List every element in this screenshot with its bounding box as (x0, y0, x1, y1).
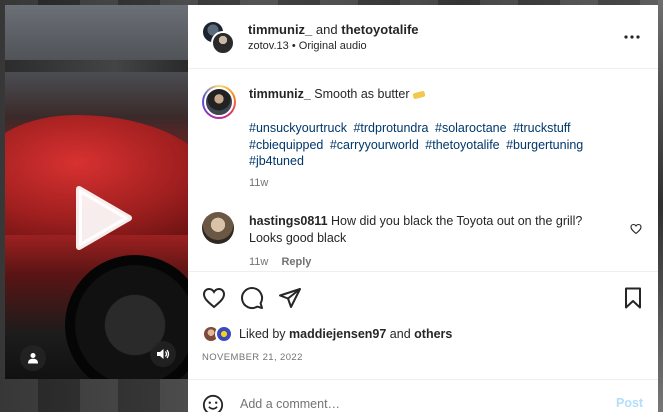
caption-text: timmuniz_ Smooth as butter (249, 86, 619, 103)
caption-username-link[interactable]: timmuniz_ (249, 87, 311, 101)
hashtag-link[interactable]: #thetoyotalife (425, 138, 499, 152)
like-button[interactable] (202, 286, 226, 310)
post-authors: timmuniz_ and thetoyotalife (248, 22, 419, 37)
likes-connector: and (389, 327, 411, 341)
hashtag-link[interactable]: #jb4tuned (249, 154, 304, 168)
comment-timestamp[interactable]: 11w (249, 256, 268, 268)
comment-input[interactable] (240, 394, 600, 412)
more-options-button[interactable] (622, 27, 642, 47)
comment-icon (241, 287, 264, 310)
heart-icon (202, 287, 226, 309)
story-ring-avatar[interactable] (202, 85, 236, 119)
post-date[interactable]: NOVEMBER 21, 2022 (202, 352, 303, 363)
feed-edge (658, 0, 663, 412)
hashtag-link[interactable]: #carryyourworld (330, 138, 419, 152)
hashtag-link[interactable]: #unsuckyourtruck (249, 121, 347, 135)
likes-summary: Liked by maddiejensen97 and others (202, 323, 642, 345)
emoji-picker-button[interactable] (202, 394, 224, 412)
avatar[interactable] (202, 212, 234, 244)
comment-meta: 11w Reply (249, 256, 311, 268)
comment-button[interactable] (240, 286, 264, 310)
avatar (215, 325, 233, 343)
audio-info: zotov.13 • Original audio (248, 40, 367, 52)
liker-username-link[interactable]: maddiejensen97 (289, 327, 386, 341)
smiley-icon (202, 394, 224, 412)
audio-toggle-button[interactable] (150, 341, 176, 367)
heart-icon (630, 223, 642, 235)
comment-text: hastings0811 How did you black the Toyot… (249, 213, 609, 247)
speaker-icon (157, 349, 170, 359)
send-icon (279, 288, 301, 308)
likes-text: Liked by maddiejensen97 and others (239, 327, 452, 341)
video-player[interactable] (5, 5, 188, 379)
hashtag-link[interactable]: #solaroctane (435, 121, 507, 135)
audio-label-link[interactable]: Original audio (299, 40, 367, 52)
collab-avatars[interactable] (201, 20, 237, 56)
play-button[interactable] (71, 185, 133, 251)
caption-timestamp[interactable]: 11w (249, 177, 268, 189)
save-button[interactable] (621, 286, 645, 310)
author-username-link[interactable]: timmuniz_ (248, 22, 312, 37)
butter-emoji-icon (411, 90, 426, 100)
hashtag-list: #unsuckyourtruck #trdprotundra #solaroct… (249, 120, 609, 170)
audio-separator: • (291, 40, 296, 52)
comment-like-button[interactable] (630, 222, 642, 235)
video-frame-roof-rack (5, 60, 188, 72)
more-icon (624, 35, 640, 39)
hashtag-link[interactable]: #burgertuning (506, 138, 583, 152)
comment-username-link[interactable]: hastings0811 (249, 214, 328, 228)
hashtag-link[interactable]: #trdprotundra (353, 121, 428, 135)
comment-composer: Post (188, 379, 658, 412)
play-icon (76, 186, 132, 250)
action-bar: Liked by maddiejensen97 and others NOVEM… (188, 271, 658, 391)
post-detail-panel: timmuniz_ and thetoyotalife zotov.13 • O… (188, 5, 658, 412)
likes-others-link[interactable]: others (414, 327, 452, 341)
avatar (204, 87, 234, 117)
share-button[interactable] (278, 286, 302, 310)
hashtag-link[interactable]: #truckstuff (513, 121, 570, 135)
tagged-users-button[interactable] (20, 345, 46, 371)
likes-prefix: Liked by (239, 327, 286, 341)
collaborator-username-link[interactable]: thetoyotalife (341, 22, 418, 37)
reply-button[interactable]: Reply (281, 256, 311, 268)
bookmark-icon (625, 287, 641, 309)
authors-connector: and (315, 22, 338, 37)
post-comment-button[interactable]: Post (616, 396, 643, 410)
user-icon (28, 353, 38, 364)
hashtag-link[interactable]: #cbiequipped (249, 138, 323, 152)
avatar (211, 31, 235, 55)
caption-body: Smooth as butter (314, 87, 410, 101)
post-header: timmuniz_ and thetoyotalife zotov.13 • O… (188, 5, 658, 69)
audio-artist-link[interactable]: zotov.13 (248, 40, 289, 52)
